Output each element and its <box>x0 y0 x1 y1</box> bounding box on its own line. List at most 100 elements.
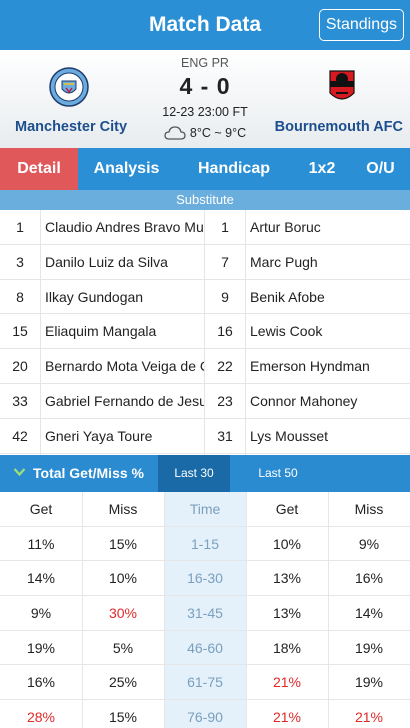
home-get-cell: 16% <box>26 674 56 691</box>
substitute-row: 20 Bernardo Mota Veiga de Carvalho 22 Em… <box>0 349 410 384</box>
table-header-row: Get Miss Time Get Miss <box>0 492 410 527</box>
away-player-name[interactable]: Lewis Cook <box>250 314 408 348</box>
home-player-number: 20 <box>12 358 28 375</box>
league-label: ENG PR <box>181 56 229 70</box>
tab-last-50[interactable]: Last 50 <box>242 455 314 492</box>
home-player-number: 3 <box>16 253 24 270</box>
home-player-name[interactable]: Bernardo Mota Veiga de Carvalho <box>45 349 204 383</box>
substitute-row: 3 Danilo Luiz da Silva 7 Marc Pugh <box>0 245 410 280</box>
table-row: 19% 5% 46-60 18% 19% <box>0 631 410 666</box>
tab-analysis[interactable]: Analysis <box>78 148 175 190</box>
table-row: 9% 30% 31-45 13% 14% <box>0 596 410 631</box>
time-range-cell: 61-75 <box>187 674 223 691</box>
away-miss-cell: 14% <box>354 605 384 622</box>
table-row: 11% 15% 1-15 10% 9% <box>0 527 410 562</box>
getmiss-title[interactable]: Total Get/Miss % <box>33 455 144 492</box>
match-info: ENG PR 4 - 0 12-23 23:00 FT 8°C ~ 9°C Ma… <box>0 50 410 148</box>
match-datetime: 12-23 23:00 FT <box>162 105 248 119</box>
column-divider <box>204 210 205 455</box>
away-player-number: 16 <box>217 323 233 340</box>
chevron-down-icon[interactable] <box>13 467 26 477</box>
home-get-cell: 14% <box>26 570 56 587</box>
home-player-number: 42 <box>12 427 28 444</box>
column-divider <box>164 492 165 728</box>
away-miss-cell: 9% <box>358 535 380 552</box>
away-miss-cell: 19% <box>354 674 384 691</box>
substitute-list: 1 Claudio Andres Bravo Munoz 1 Artur Bor… <box>0 210 410 454</box>
weather-temperature: 8°C ~ 9°C <box>189 126 247 140</box>
home-miss-cell: 15% <box>108 709 138 726</box>
away-player-number: 22 <box>217 358 233 375</box>
substitute-header: Substitute <box>0 190 410 210</box>
home-miss-cell: 10% <box>108 570 138 587</box>
home-player-number: 1 <box>16 219 24 235</box>
column-divider <box>82 492 83 728</box>
home-miss-cell: 25% <box>108 674 138 691</box>
away-miss-cell: 21% <box>354 709 384 726</box>
table-row: 28% 15% 76-90 21% 21% <box>0 700 410 728</box>
home-player-name[interactable]: Ilkay Gundogan <box>45 280 204 314</box>
away-player-number: 9 <box>221 288 229 305</box>
column-header: Time <box>189 501 221 517</box>
substitute-row: 8 Ilkay Gundogan 9 Benik Afobe <box>0 280 410 315</box>
getmiss-header: Total Get/Miss % Last 30 Last 50 <box>0 455 410 492</box>
away-miss-cell: 19% <box>354 639 384 656</box>
substitute-row: 1 Claudio Andres Bravo Munoz 1 Artur Bor… <box>0 210 410 245</box>
home-player-number: 33 <box>12 392 28 409</box>
time-range-cell: 76-90 <box>187 709 223 726</box>
tab-bar: Detail Analysis Handicap 1x2 O/U <box>0 148 410 190</box>
away-player-name[interactable]: Lys Mousset <box>250 419 408 453</box>
column-divider <box>328 492 329 728</box>
away-player-number: 7 <box>221 253 229 270</box>
home-player-name[interactable]: Gneri Yaya Toure <box>45 419 204 453</box>
home-player-name[interactable]: Eliaquim Mangala <box>45 314 204 348</box>
column-header: Get <box>275 501 299 517</box>
away-miss-cell: 16% <box>354 570 384 587</box>
time-range-cell: 31-45 <box>187 605 223 622</box>
away-player-number: 1 <box>221 219 229 235</box>
away-player-name[interactable]: Emerson Hyndman <box>250 349 408 383</box>
time-range-cell: 1-15 <box>190 535 220 552</box>
home-miss-cell: 5% <box>112 639 134 656</box>
column-header: Get <box>29 501 53 517</box>
tab-ou[interactable]: O/U <box>351 148 410 190</box>
standings-button[interactable]: Standings <box>318 9 404 41</box>
substitute-row: 42 Gneri Yaya Toure 31 Lys Mousset <box>0 419 410 454</box>
tab-handicap[interactable]: Handicap <box>175 148 293 190</box>
getmiss-table: Get Miss Time Get Miss 11% 15% 1-15 10% 9% 14… <box>0 492 410 728</box>
table-row: 14% 10% 16-30 13% 16% <box>0 561 410 597</box>
home-player-name[interactable]: Claudio Andres Bravo Munoz <box>45 210 204 244</box>
home-get-cell: 11% <box>27 535 55 552</box>
away-player-name[interactable]: Connor Mahoney <box>250 384 408 418</box>
home-player-number: 15 <box>12 323 28 340</box>
tab-last-30[interactable]: Last 30 <box>158 455 230 492</box>
home-player-number: 8 <box>16 288 24 305</box>
app-header: Match Data Standings <box>0 0 410 50</box>
time-range-cell: 46-60 <box>187 639 223 656</box>
home-get-cell: 28% <box>26 709 56 726</box>
home-miss-cell: 15% <box>108 535 138 552</box>
tab-1x2[interactable]: 1x2 <box>293 148 351 190</box>
column-divider <box>246 492 247 728</box>
away-get-cell: 13% <box>272 605 302 622</box>
away-player-name[interactable]: Marc Pugh <box>250 245 408 279</box>
home-miss-cell: 30% <box>108 605 138 622</box>
away-get-cell: 18% <box>272 639 302 656</box>
home-player-name[interactable]: Danilo Luiz da Silva <box>45 245 204 279</box>
home-get-cell: 9% <box>30 605 52 622</box>
tab-detail[interactable]: Detail <box>0 148 78 190</box>
home-team-name: Manchester City <box>15 119 128 135</box>
away-get-cell: 13% <box>272 570 302 587</box>
away-player-name[interactable]: Benik Afobe <box>250 280 408 314</box>
substitute-row: 33 Gabriel Fernando de Jesus 23 Connor M… <box>0 384 410 419</box>
column-header: Miss <box>354 501 384 517</box>
away-get-cell: 21% <box>272 674 302 691</box>
away-get-cell: 10% <box>272 535 302 552</box>
column-divider <box>40 210 41 455</box>
away-player-name[interactable]: Artur Boruc <box>250 210 408 244</box>
home-player-name[interactable]: Gabriel Fernando de Jesus <box>45 384 204 418</box>
away-team-name: Bournemouth AFC <box>274 119 403 135</box>
column-divider <box>245 210 246 455</box>
column-header: Miss <box>108 501 138 517</box>
cloud-icon <box>164 126 186 140</box>
